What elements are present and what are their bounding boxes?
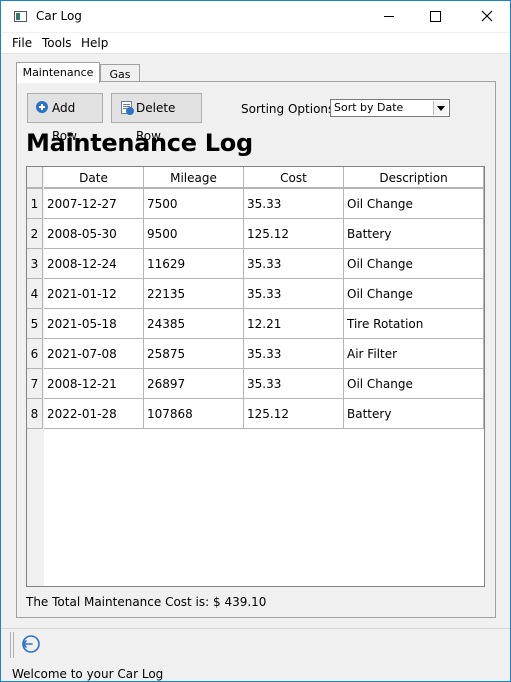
- menu-file[interactable]: File: [12, 36, 32, 50]
- cell-mileage[interactable]: 9500: [144, 219, 244, 249]
- cell-date[interactable]: 2021-07-08: [44, 339, 144, 369]
- column-header-mileage[interactable]: Mileage: [144, 167, 244, 189]
- delete-row-button[interactable]: Delete Row: [111, 93, 202, 143]
- cell-description[interactable]: Oil Change: [344, 279, 484, 309]
- title-bar[interactable]: Car Log: [1, 1, 510, 32]
- total-cost-label: The Total Maintenance Cost is: $ 439.10: [26, 595, 267, 609]
- add-row-button[interactable]: Add Row: [27, 93, 103, 143]
- cell-cost[interactable]: 35.33: [244, 279, 344, 309]
- sort-select[interactable]: Sort by Date: [330, 99, 450, 117]
- cell-mileage[interactable]: 11629: [144, 249, 244, 279]
- page-title: Maintenance Log: [26, 129, 253, 157]
- row-header[interactable]: 1: [27, 189, 43, 219]
- row-header[interactable]: 5: [27, 309, 43, 339]
- cell-date[interactable]: 2021-01-12: [44, 279, 144, 309]
- cell-description[interactable]: Oil Change: [344, 189, 484, 219]
- menu-help[interactable]: Help: [81, 36, 108, 50]
- cell-description[interactable]: Battery: [344, 399, 484, 429]
- column-header-cost[interactable]: Cost: [244, 167, 344, 189]
- cell-cost[interactable]: 35.33: [244, 369, 344, 399]
- delete-document-icon: [121, 101, 134, 115]
- cell-description[interactable]: Tire Rotation: [344, 309, 484, 339]
- status-divider: [1, 628, 510, 629]
- minimize-icon: [384, 15, 394, 17]
- row-header[interactable]: 3: [27, 249, 43, 279]
- cell-date[interactable]: 2008-12-24: [44, 249, 144, 279]
- back-arrow-icon[interactable]: [20, 634, 40, 654]
- cell-date[interactable]: 2007-12-27: [44, 189, 144, 219]
- cell-mileage[interactable]: 7500: [144, 189, 244, 219]
- menu-bar: File Tools Help: [1, 33, 510, 54]
- close-button[interactable]: [464, 1, 510, 32]
- toolbar-handle[interactable]: [10, 632, 14, 658]
- row-header[interactable]: 2: [27, 219, 43, 249]
- cell-cost[interactable]: 35.33: [244, 249, 344, 279]
- cell-date[interactable]: 2008-05-30: [44, 219, 144, 249]
- cell-cost[interactable]: 35.33: [244, 189, 344, 219]
- chevron-down-icon[interactable]: [433, 101, 448, 115]
- window-title: Car Log: [36, 9, 82, 23]
- cell-cost[interactable]: 12.21: [244, 309, 344, 339]
- cell-date[interactable]: 2021-05-18: [44, 309, 144, 339]
- maximize-icon: [429, 10, 441, 22]
- minimize-button[interactable]: [366, 1, 412, 32]
- cell-cost[interactable]: 125.12: [244, 399, 344, 429]
- cell-date[interactable]: 2022-01-28: [44, 399, 144, 429]
- row-header[interactable]: 7: [27, 369, 43, 399]
- close-icon: [481, 10, 493, 22]
- plus-circle-icon: [36, 101, 48, 113]
- row-header[interactable]: 6: [27, 339, 43, 369]
- cell-description[interactable]: Battery: [344, 219, 484, 249]
- row-header[interactable]: 4: [27, 279, 43, 309]
- cell-mileage[interactable]: 107868: [144, 399, 244, 429]
- cell-mileage[interactable]: 26897: [144, 369, 244, 399]
- cell-mileage[interactable]: 22135: [144, 279, 244, 309]
- row-header[interactable]: 8: [27, 399, 43, 429]
- cell-cost[interactable]: 35.33: [244, 339, 344, 369]
- column-header-date[interactable]: Date: [44, 167, 144, 189]
- app-icon: [14, 11, 27, 22]
- maintenance-table[interactable]: Date Mileage Cost Description 1 2007-12-2…: [26, 166, 485, 587]
- cell-cost[interactable]: 125.12: [244, 219, 344, 249]
- column-header-description[interactable]: Description: [344, 167, 484, 189]
- cell-date[interactable]: 2008-12-21: [44, 369, 144, 399]
- maximize-button[interactable]: [412, 1, 458, 32]
- table-corner[interactable]: [27, 167, 43, 189]
- status-message: Welcome to your Car Log: [12, 667, 164, 681]
- sorting-options-label: Sorting Options:: [241, 102, 339, 116]
- sort-select-value: Sort by Date: [334, 101, 404, 114]
- cell-description[interactable]: Air Filter: [344, 339, 484, 369]
- cell-description[interactable]: Oil Change: [344, 369, 484, 399]
- cell-description[interactable]: Oil Change: [344, 249, 484, 279]
- cell-mileage[interactable]: 24385: [144, 309, 244, 339]
- cell-mileage[interactable]: 25875: [144, 339, 244, 369]
- menu-tools[interactable]: Tools: [42, 36, 72, 50]
- tab-maintenance[interactable]: Maintenance: [16, 62, 100, 83]
